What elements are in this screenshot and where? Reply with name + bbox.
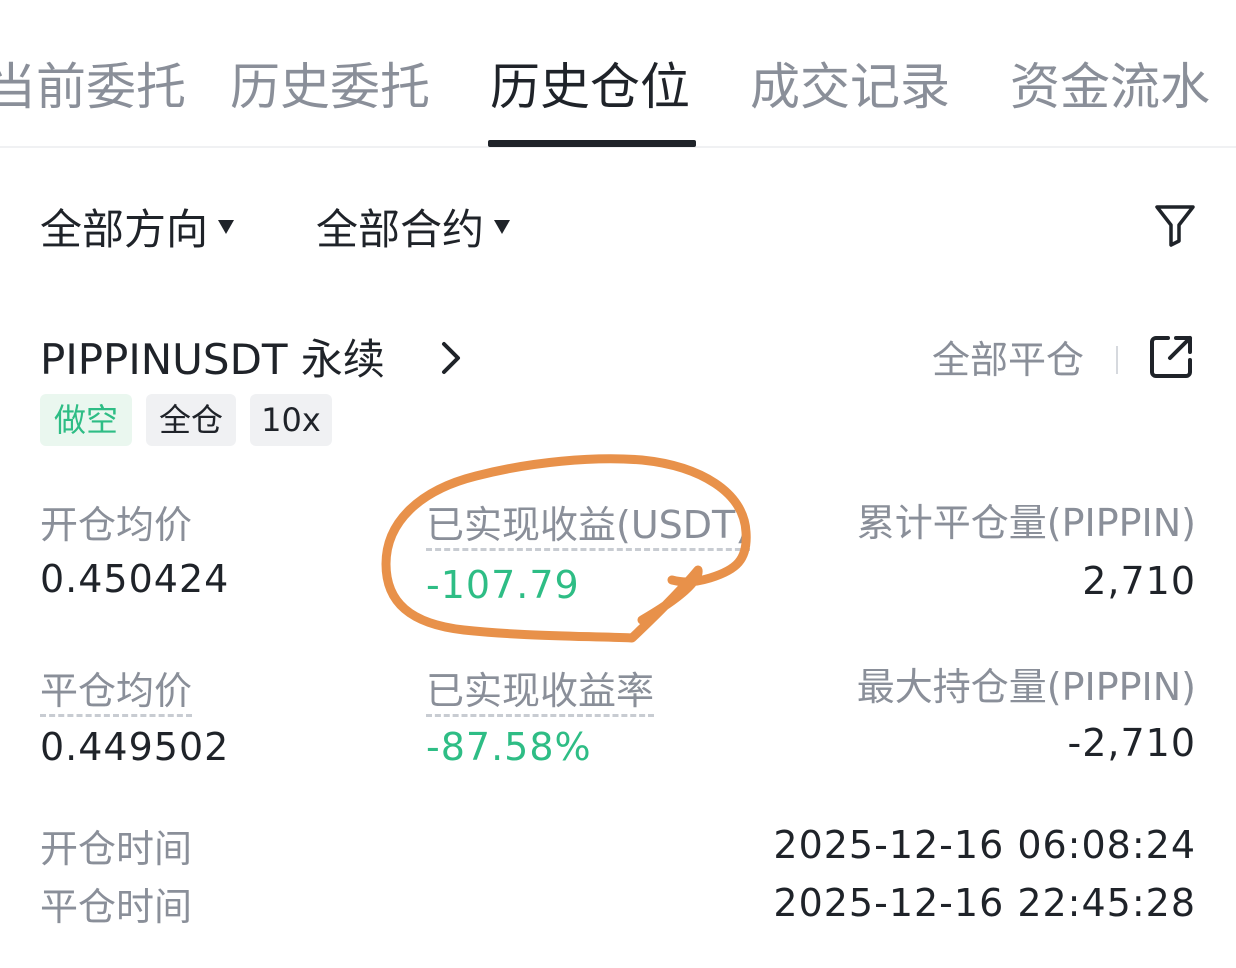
caret-down-icon <box>494 219 511 234</box>
close-avg-price-value: 0.449502 <box>40 725 230 769</box>
realized-rate-label-text: 已实现收益率 <box>426 669 655 717</box>
contract-filter[interactable]: 全部合约 <box>316 200 511 260</box>
open-avg-price-label: 开仓均价 <box>40 503 193 547</box>
divider <box>1116 346 1118 374</box>
realized-pnl-label[interactable]: 已实现收益(USDT) <box>426 498 751 552</box>
close-avg-price-label-text: 平仓均价 <box>40 669 193 717</box>
leverage-badge: 10x <box>250 394 332 446</box>
max-holding-label: 最大持仓量(PIPPIN) <box>856 665 1196 709</box>
contract-filter-label: 全部合约 <box>316 205 485 254</box>
close-time-value: 2025-12-16 22:45:28 <box>773 881 1196 925</box>
close-time-label: 平仓时间 <box>40 885 193 929</box>
open-time-label: 开仓时间 <box>40 827 193 871</box>
realized-pnl-value: -107.79 <box>426 563 580 607</box>
max-holding-value: -2,710 <box>1067 721 1196 765</box>
open-avg-price-value: 0.450424 <box>40 557 230 601</box>
active-tab-indicator <box>488 140 696 147</box>
position-symbol[interactable]: PIPPINUSDT 永续 <box>40 330 385 390</box>
caret-down-icon <box>218 219 235 234</box>
filter-icon[interactable] <box>1150 200 1200 250</box>
tab-bar: 当前委托 历史委托 历史仓位 成交记录 资金流水 <box>0 0 1236 148</box>
share-icon[interactable] <box>1146 332 1196 382</box>
cumulative-close-value: 2,710 <box>1082 559 1196 603</box>
realized-rate-label[interactable]: 已实现收益率 <box>426 664 655 718</box>
tab-position-history[interactable]: 历史仓位 <box>490 52 690 122</box>
realized-rate-value: -87.58% <box>426 725 592 769</box>
direction-filter[interactable]: 全部方向 <box>40 200 235 260</box>
chevron-right-icon[interactable] <box>436 338 466 378</box>
tab-order-history[interactable]: 历史委托 <box>230 52 430 122</box>
margin-mode-badge: 全仓 <box>146 394 236 446</box>
side-badge: 做空 <box>40 394 132 446</box>
tab-funding-history[interactable]: 资金流水 <box>1010 52 1210 122</box>
history-positions-page: 当前委托 历史委托 历史仓位 成交记录 资金流水 全部方向 全部合约 PIPPI… <box>0 0 1236 968</box>
direction-filter-label: 全部方向 <box>40 205 209 254</box>
open-time-value: 2025-12-16 06:08:24 <box>773 823 1196 867</box>
tab-open-orders[interactable]: 当前委托 <box>0 52 186 122</box>
tab-trade-history[interactable]: 成交记录 <box>750 52 950 122</box>
close-avg-price-label[interactable]: 平仓均价 <box>40 664 193 718</box>
cumulative-close-label: 累计平仓量(PIPPIN) <box>856 501 1196 545</box>
realized-pnl-label-text: 已实现收益(USDT) <box>426 503 751 551</box>
close-all-button[interactable]: 全部平仓 <box>932 332 1084 388</box>
